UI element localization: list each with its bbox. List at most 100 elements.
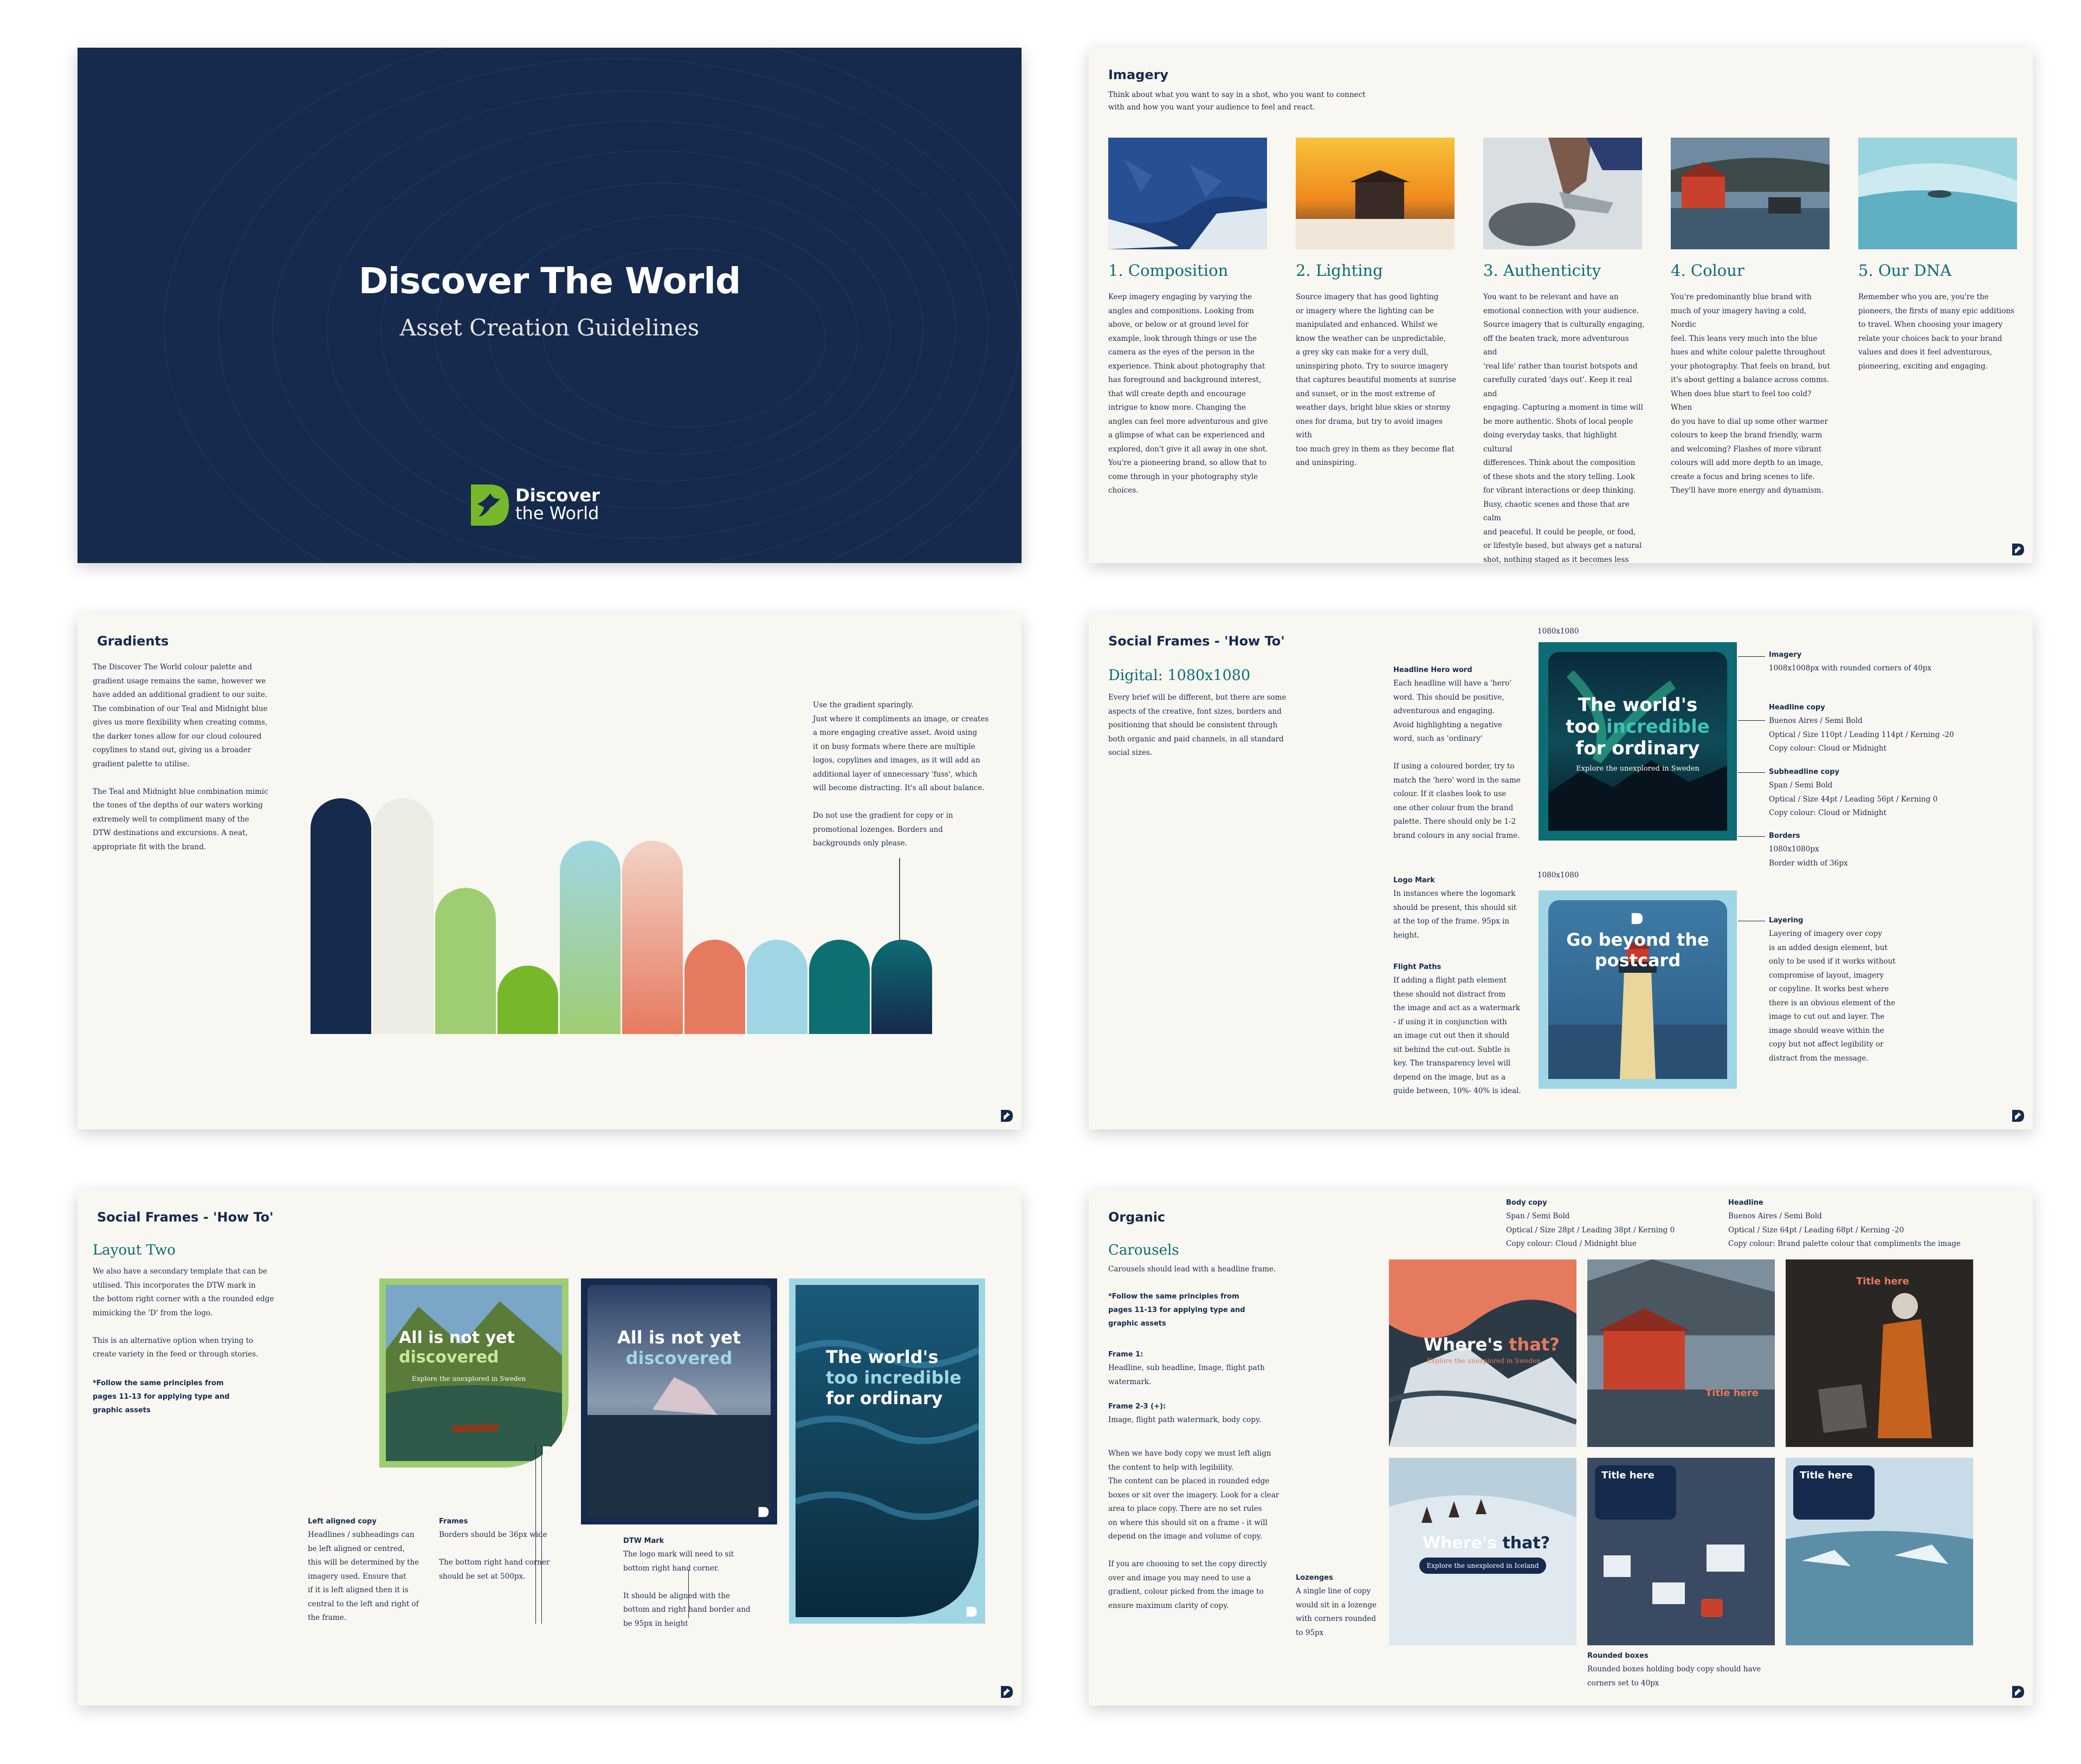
callout-line (1738, 772, 1765, 773)
headline-copy-label: Headline copy (1769, 703, 1825, 712)
harbour-photo (1587, 1259, 1775, 1447)
headline-hero-text: Each headline will have a 'hero' word. T… (1393, 679, 1521, 840)
card-headline: All is not yet discovered (587, 1327, 771, 1368)
logo-mark-label: Logo Mark (1393, 876, 1435, 884)
lozenges-text: A single line of copy would sit in a loz… (1296, 1587, 1377, 1637)
lighthouse-photo (1548, 900, 1727, 1079)
body-copy-label: Body copy (1506, 1199, 1547, 1207)
headline-hero-line: too incredible (826, 1367, 962, 1388)
carousels-intro: Carousels should lead with a headline fr… (1108, 1265, 1276, 1274)
headline-line: too incredible (1548, 716, 1727, 738)
frame23-text: Image, flight path watermark, body copy. (1108, 1416, 1262, 1424)
imagery-spec: 1008x1008px with rounded corners of 40px (1769, 664, 1932, 673)
subheadline-copy-spec: Span / Semi Bold Optical / Size 44pt / L… (1769, 781, 1938, 817)
left-aligned-label: Left aligned copy (308, 1517, 377, 1526)
layout-two-slide: Social Frames - 'How To' Layout Two We a… (77, 1190, 1022, 1705)
column-heading: 5. Our DNA (1858, 261, 1951, 280)
column-heading: 1. Composition (1108, 261, 1229, 280)
sky-frame-card: The world's too incredible for ordinary (789, 1278, 985, 1624)
dtw-mark-label: DTW Mark (623, 1537, 664, 1545)
column-body: Remember who you are, you're the pioneer… (1858, 293, 2014, 371)
headline-copy-spec: Buenos Aires / Semi Bold Optical / Size … (1769, 716, 1954, 753)
frames-text: Borders should be 36px wide The bottom r… (439, 1530, 550, 1581)
headline-hero-word: that? (1502, 1534, 1550, 1553)
carousel-tile: Title here (1786, 1458, 1973, 1645)
layering-text: Layering of imagery over copy is an adde… (1769, 929, 1896, 1063)
column-heading: 3. Authenticity (1483, 261, 1601, 280)
headline-line: for ordinary (1575, 738, 1700, 759)
headline-line: All is not yet (399, 1328, 515, 1347)
frame-headline: Go beyond the postcard (1548, 929, 1727, 971)
column-body: You want to be relevant and have an emot… (1483, 293, 1645, 563)
layout-two-intro: We also have a secondary template that c… (93, 1267, 274, 1359)
swatch-teal (809, 940, 870, 1034)
headline-word: too (1566, 716, 1606, 738)
swatch-green (497, 965, 558, 1034)
social-frames-slide: Social Frames - 'How To' Digital: 1080x1… (1089, 614, 2033, 1129)
imagery-slide: Imagery Think about what you want to say… (1089, 48, 2033, 563)
dtw-mark-icon (1631, 913, 1643, 925)
callout-line (1738, 836, 1765, 837)
carousel-tile: Title here (1587, 1458, 1775, 1645)
tile-title: Title here (1601, 1470, 1655, 1481)
frame1-text: Headline, sub headline, Image, flight pa… (1108, 1364, 1265, 1386)
swatch-cloud (373, 798, 434, 1034)
dtw-mark-icon (1001, 1686, 1013, 1698)
headline-line: postcard (1594, 950, 1681, 971)
layering-label: Layering (1769, 916, 1804, 925)
headline-line: The world's (1578, 694, 1698, 716)
gradients-left-text: The Discover The World colour palette an… (93, 663, 268, 851)
headline-word: Where's (1423, 1534, 1497, 1553)
imagery-intro: Think about what you want to say in a sh… (1108, 91, 1366, 112)
dtw-mark-text: The logo mark will need to sit bottom ri… (623, 1550, 751, 1628)
lighting-photo (1296, 138, 1455, 249)
swatch-coral (684, 940, 745, 1034)
tile-subheadline: Explore the unexplored in Sweden (1427, 1357, 1541, 1365)
headline-hero-word: discovered (625, 1348, 733, 1368)
dtw-mark-icon (542, 1446, 553, 1457)
tile-headline: Where's that? (1423, 1534, 1550, 1553)
colour-photo (1671, 138, 1830, 249)
dtw-mark-icon (2012, 1686, 2024, 1698)
column-body: Source imagery that has good lighting or… (1296, 293, 1457, 467)
authenticity-photo (1483, 138, 1642, 249)
borders-label: Borders (1769, 832, 1800, 840)
layout-two-heading: Layout Two (93, 1242, 176, 1258)
swatch-teal-to-midnight-gradient (871, 940, 932, 1034)
slide-title: Social Frames - 'How To' (1108, 634, 1285, 649)
discover-the-world-logo-icon (471, 484, 509, 526)
dtw-mark-icon (1001, 1110, 1013, 1122)
column-heading: 4. Colour (1671, 261, 1744, 280)
headline-hero-word: that? (1509, 1334, 1560, 1355)
column-body: You're predominantly blue brand with muc… (1671, 293, 1831, 495)
headline-line: for ordinary (826, 1388, 943, 1408)
callout-line (1738, 720, 1765, 721)
tile-title: Title here (1800, 1470, 1853, 1481)
carousel-tile: Title here (1587, 1259, 1775, 1447)
card-headline: All is not yet discovered (399, 1328, 515, 1367)
left-aligned-text: Headlines / subheadings can be left alig… (308, 1530, 419, 1622)
gradients-slide: Gradients The Discover The World colour … (77, 614, 1022, 1129)
callout-line (1738, 656, 1765, 657)
flight-paths-label: Flight Paths (1393, 963, 1442, 971)
body-copy-spec: Span / Semi Bold Optical / Size 28pt / L… (1506, 1212, 1675, 1248)
frame-headline: The world's too incredible for ordinary (1548, 694, 1727, 759)
slide-title: Imagery (1108, 67, 1169, 82)
subheadline-copy-label: Subheadline copy (1769, 768, 1839, 776)
social-intro: Every brief will be different, but there… (1108, 693, 1287, 757)
frames-label: Frames (439, 1517, 468, 1526)
green-frame-card: All is not yet discovered Explore the un… (379, 1278, 568, 1468)
borders-spec: 1080x1080px Border width of 36px (1769, 845, 1848, 868)
size-label: 1080x1080 (1537, 871, 1579, 880)
midnight-frame-card: All is not yet discovered (581, 1278, 777, 1524)
frame23-label: Frame 2-3 (+): (1108, 1403, 1166, 1411)
tile-lozenge: Explore the unexplored in Iceland (1419, 1558, 1546, 1574)
headline-line: Go beyond the (1566, 929, 1709, 950)
lozenges-label: Lozenges (1296, 1574, 1333, 1582)
social-frame-teal-border: The world's too incredible for ordinary … (1539, 642, 1737, 841)
cover-title: Discover The World (358, 260, 741, 302)
headline-label: Headline (1728, 1199, 1763, 1207)
follow-principles-note: *Follow the same principles from pages 1… (1108, 1293, 1245, 1328)
carousels-heading: Carousels (1108, 1242, 1179, 1258)
dtw-mark-icon (966, 1606, 977, 1617)
